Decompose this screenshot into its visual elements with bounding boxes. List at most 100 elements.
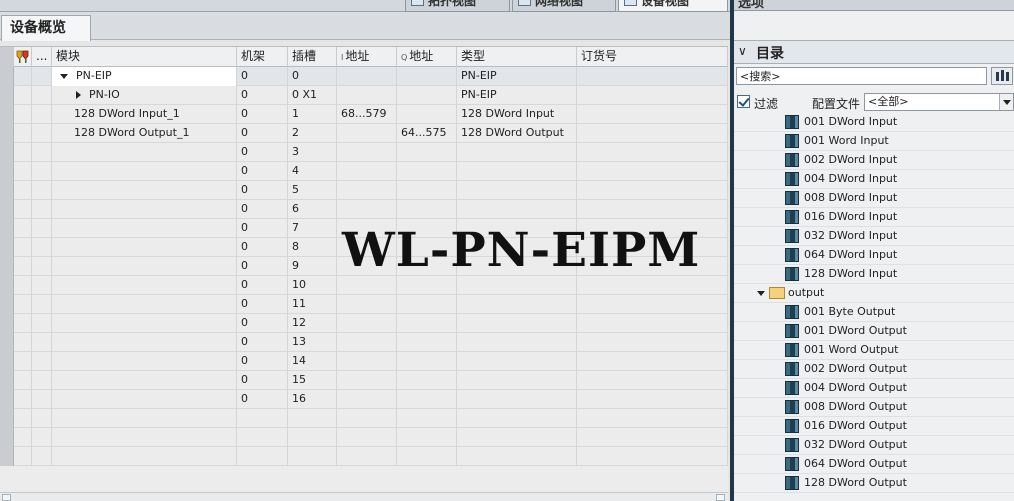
- module-cell[interactable]: [52, 181, 237, 200]
- column-header-more[interactable]: ...: [32, 47, 52, 67]
- rack-cell[interactable]: 0: [237, 124, 288, 143]
- i-address-cell[interactable]: [337, 352, 397, 371]
- rack-cell[interactable]: 0: [237, 86, 288, 105]
- q-address-cell[interactable]: [397, 371, 457, 390]
- i-address-cell[interactable]: [337, 314, 397, 333]
- slot-cell[interactable]: 11: [288, 295, 337, 314]
- catalog-item[interactable]: 002 DWord Input: [734, 151, 1014, 170]
- rack-cell[interactable]: 0: [237, 143, 288, 162]
- module-cell[interactable]: PN-IO: [52, 86, 237, 105]
- order-number-cell[interactable]: [577, 86, 728, 105]
- column-header-q-address[interactable]: Q 地址: [397, 47, 457, 67]
- table-row[interactable]: 05: [0, 181, 728, 200]
- q-address-cell[interactable]: [397, 295, 457, 314]
- module-cell[interactable]: [52, 352, 237, 371]
- i-address-cell[interactable]: [337, 371, 397, 390]
- catalog-section-header[interactable]: ∨ 目录: [734, 40, 1014, 64]
- order-number-cell[interactable]: [577, 314, 728, 333]
- catalog-item[interactable]: 008 DWord Input: [734, 189, 1014, 208]
- slot-cell[interactable]: 3: [288, 143, 337, 162]
- i-address-cell[interactable]: [337, 276, 397, 295]
- order-number-cell[interactable]: [577, 105, 728, 124]
- tab-network-view[interactable]: 网络视图: [512, 0, 616, 12]
- q-address-cell[interactable]: [397, 143, 457, 162]
- catalog-item[interactable]: 004 DWord Input: [734, 170, 1014, 189]
- module-cell[interactable]: [52, 390, 237, 409]
- module-cell[interactable]: [52, 200, 237, 219]
- type-cell[interactable]: PN-EIP: [457, 67, 577, 86]
- catalog-search-input[interactable]: [736, 67, 987, 85]
- rack-cell[interactable]: 0: [237, 105, 288, 124]
- tab-topology-view[interactable]: 拓扑视图: [405, 0, 510, 12]
- type-cell[interactable]: 128 DWord Input: [457, 105, 577, 124]
- order-number-cell[interactable]: [577, 143, 728, 162]
- catalog-folder-output[interactable]: output: [734, 284, 1014, 303]
- catalog-item[interactable]: 002 DWord Output: [734, 360, 1014, 379]
- expand-triangle-icon[interactable]: [76, 91, 81, 99]
- order-number-cell[interactable]: [577, 390, 728, 409]
- type-cell[interactable]: [457, 181, 577, 200]
- module-cell[interactable]: [52, 143, 237, 162]
- catalog-item[interactable]: 128 DWord Output: [734, 474, 1014, 493]
- horizontal-scrollbar[interactable]: [0, 492, 728, 501]
- module-cell[interactable]: [52, 333, 237, 352]
- order-number-cell[interactable]: [577, 333, 728, 352]
- rack-cell[interactable]: 0: [237, 181, 288, 200]
- type-cell[interactable]: [457, 352, 577, 371]
- slot-cell[interactable]: 16: [288, 390, 337, 409]
- module-cell[interactable]: [52, 162, 237, 181]
- q-address-cell[interactable]: [397, 333, 457, 352]
- rack-cell[interactable]: 0: [237, 390, 288, 409]
- table-row[interactable]: 0 13: [0, 333, 728, 352]
- slot-cell[interactable]: 15: [288, 371, 337, 390]
- type-cell[interactable]: [457, 390, 577, 409]
- table-row[interactable]: PN-EIP 0 0 PN-EIP: [0, 67, 728, 86]
- catalog-item[interactable]: 032 DWord Input: [734, 227, 1014, 246]
- search-icon[interactable]: [991, 67, 1013, 85]
- slot-cell[interactable]: 13: [288, 333, 337, 352]
- column-header-module[interactable]: 模块: [52, 47, 237, 67]
- slot-cell[interactable]: 2: [288, 124, 337, 143]
- i-address-cell[interactable]: [337, 333, 397, 352]
- collapse-triangle-icon[interactable]: [60, 73, 68, 79]
- table-row[interactable]: 0 14: [0, 352, 728, 371]
- module-cell[interactable]: [52, 295, 237, 314]
- slot-cell[interactable]: 5: [288, 181, 337, 200]
- catalog-item[interactable]: 001 Word Output: [734, 341, 1014, 360]
- rack-cell[interactable]: 0: [237, 67, 288, 86]
- slot-cell[interactable]: 6: [288, 200, 337, 219]
- q-address-cell[interactable]: [397, 105, 457, 124]
- q-address-cell[interactable]: [397, 352, 457, 371]
- i-address-cell[interactable]: [337, 162, 397, 181]
- q-address-cell[interactable]: [397, 181, 457, 200]
- rack-cell[interactable]: 0: [237, 371, 288, 390]
- options-section-header[interactable]: 选项: [734, 0, 1014, 11]
- type-cell[interactable]: [457, 314, 577, 333]
- order-number-cell[interactable]: [577, 295, 728, 314]
- rack-cell[interactable]: 0: [237, 200, 288, 219]
- table-row[interactable]: 0 15: [0, 371, 728, 390]
- order-number-cell[interactable]: [577, 181, 728, 200]
- rack-cell[interactable]: 0: [237, 162, 288, 181]
- slot-cell[interactable]: 8: [288, 238, 337, 257]
- type-cell[interactable]: [457, 295, 577, 314]
- scroll-right-icon[interactable]: [716, 494, 725, 501]
- i-address-cell[interactable]: 68...579: [337, 105, 397, 124]
- q-address-cell[interactable]: [397, 276, 457, 295]
- column-header-rack[interactable]: 机架: [237, 47, 288, 67]
- catalog-item[interactable]: 008 DWord Output: [734, 398, 1014, 417]
- q-address-cell[interactable]: [397, 200, 457, 219]
- column-header-order-number[interactable]: 订货号: [577, 47, 728, 67]
- slot-cell[interactable]: 7: [288, 219, 337, 238]
- column-header-i-address[interactable]: I 地址: [337, 47, 397, 67]
- rack-cell[interactable]: 0: [237, 295, 288, 314]
- catalog-item[interactable]: 016 DWord Input: [734, 208, 1014, 227]
- order-number-cell[interactable]: [577, 371, 728, 390]
- slot-cell[interactable]: 12: [288, 314, 337, 333]
- tab-device-view[interactable]: 设备视图: [618, 0, 728, 12]
- chevron-down-icon[interactable]: [999, 94, 1013, 110]
- type-cell[interactable]: [457, 276, 577, 295]
- type-cell[interactable]: [457, 162, 577, 181]
- slot-cell[interactable]: 9: [288, 257, 337, 276]
- q-address-cell[interactable]: [397, 67, 457, 86]
